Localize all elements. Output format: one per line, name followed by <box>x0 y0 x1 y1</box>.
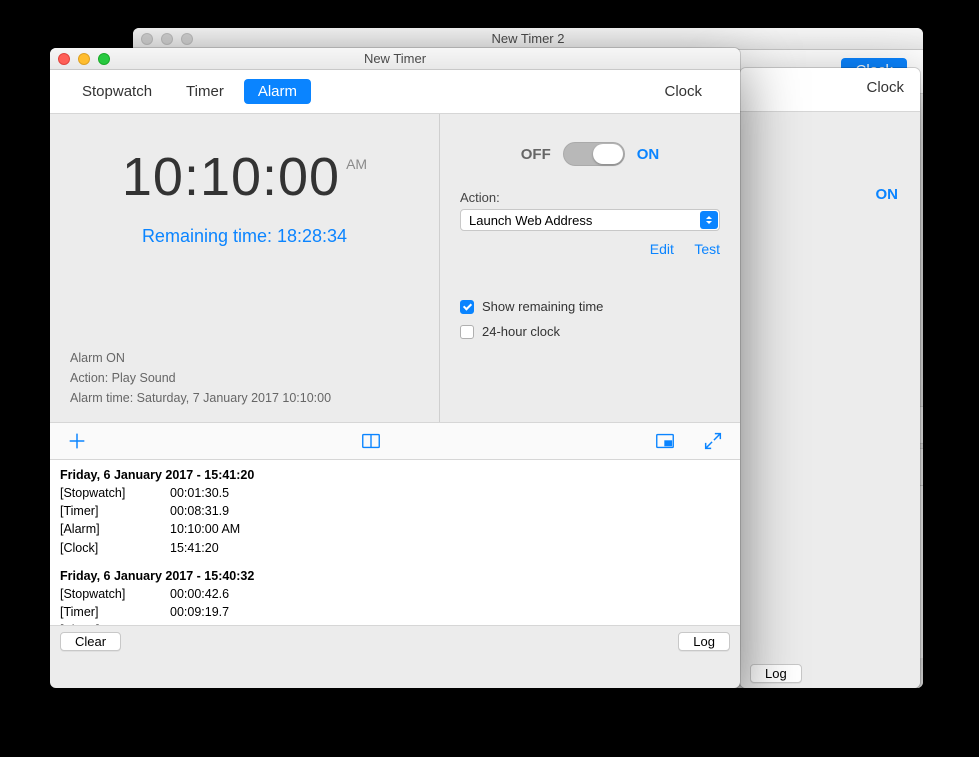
24h-clock-label: 24-hour clock <box>482 324 560 339</box>
log-value: 00:00:42.6 <box>170 585 229 603</box>
log-tag: [Stopwatch] <box>60 484 170 502</box>
edit-link[interactable]: Edit <box>650 241 674 257</box>
window-title: New Timer 2 <box>133 31 923 46</box>
status-line: Alarm ON <box>70 348 419 368</box>
log-tag: [Clock] <box>60 539 170 557</box>
minimize-icon[interactable] <box>78 53 90 65</box>
off-label: OFF <box>521 146 551 163</box>
zoom-icon[interactable] <box>181 33 193 45</box>
show-remaining-label: Show remaining time <box>482 299 603 314</box>
log-button[interactable]: Log <box>678 632 730 651</box>
log-tag: [Timer] <box>60 603 170 621</box>
titlebar[interactable]: New Timer 2 <box>133 28 923 50</box>
split-view-icon[interactable] <box>360 430 382 452</box>
test-link[interactable]: Test <box>694 241 720 257</box>
on-label: ON <box>876 186 899 203</box>
on-label: ON <box>637 146 660 163</box>
log-row: [Alarm]10:10:00 AM <box>60 520 730 538</box>
log-row: [Timer]00:08:31.9 <box>60 502 730 520</box>
status-line: Alarm time: Saturday, 7 January 2017 10:… <box>70 388 419 408</box>
log-header: Friday, 6 January 2017 - 15:41:20 <box>60 466 730 484</box>
log-tag: [Alarm] <box>60 520 170 538</box>
plus-icon[interactable] <box>66 430 88 452</box>
expand-icon[interactable] <box>702 430 724 452</box>
titlebar[interactable]: New Timer <box>50 48 740 70</box>
action-links: Edit Test <box>460 241 720 259</box>
log-header: Friday, 6 January 2017 - 15:40:32 <box>60 567 730 585</box>
action-label: Action: <box>460 190 720 205</box>
status-block: Alarm ON Action: Play Sound Alarm time: … <box>70 318 419 408</box>
close-icon[interactable] <box>58 53 70 65</box>
close-icon[interactable] <box>141 33 153 45</box>
log-area[interactable]: Friday, 6 January 2017 - 15:41:20[Stopwa… <box>50 460 740 626</box>
tab-bar: Stopwatch Timer Alarm Clock <box>50 70 740 114</box>
log-button[interactable]: Log <box>750 664 802 683</box>
tab-alarm[interactable]: Alarm <box>244 79 311 104</box>
log-value: 00:09:19.7 <box>170 603 229 621</box>
log-value: 10:10:00 AM <box>170 520 240 538</box>
content-body: 10:10:00 AM Remaining time: 18:28:34 Ala… <box>50 114 740 422</box>
alarm-toggle-row: OFF ON <box>460 142 720 166</box>
log-value: 15:41:20 <box>170 539 219 557</box>
left-pane: 10:10:00 AM Remaining time: 18:28:34 Ala… <box>50 114 440 422</box>
24h-clock-checkbox[interactable] <box>460 325 474 339</box>
log-row: [Stopwatch]00:01:30.5 <box>60 484 730 502</box>
window-mid[interactable]: Clock ON Log <box>740 68 920 688</box>
tab-stopwatch[interactable]: Stopwatch <box>68 79 166 104</box>
zoom-icon[interactable] <box>98 53 110 65</box>
show-remaining-checkbox[interactable] <box>460 300 474 314</box>
clear-button[interactable]: Clear <box>60 632 121 651</box>
remaining-time: Remaining time: 18:28:34 <box>70 226 419 247</box>
tab-clock[interactable]: Clock <box>866 79 904 96</box>
select-arrow-icon <box>700 211 718 229</box>
action-select[interactable]: Launch Web Address <box>460 209 720 231</box>
tab-timer[interactable]: Timer <box>172 79 238 104</box>
window-timer-1[interactable]: New Timer Stopwatch Timer Alarm Clock 10… <box>50 48 740 688</box>
log-tag: [Timer] <box>60 502 170 520</box>
24h-clock-row[interactable]: 24-hour clock <box>460 324 720 339</box>
show-remaining-row[interactable]: Show remaining time <box>460 299 720 314</box>
pip-icon[interactable] <box>654 430 676 452</box>
alarm-toggle[interactable] <box>563 142 625 166</box>
alarm-time-value: 10:10:00 <box>122 146 340 208</box>
log-row: [Clock]15:41:20 <box>60 539 730 557</box>
footer: Log <box>740 658 920 688</box>
traffic-lights <box>50 53 110 65</box>
alarm-time-display: 10:10:00 AM <box>70 146 419 208</box>
minimize-icon[interactable] <box>161 33 173 45</box>
log-row: [Stopwatch]00:00:42.6 <box>60 585 730 603</box>
icon-toolbar <box>50 422 740 460</box>
action-select-value: Launch Web Address <box>469 213 592 228</box>
window-title: New Timer <box>50 51 740 66</box>
log-value: 00:08:31.9 <box>170 502 229 520</box>
traffic-lights <box>133 33 193 45</box>
log-value: 00:01:30.5 <box>170 484 229 502</box>
log-tag: [Stopwatch] <box>60 585 170 603</box>
status-line: Action: Play Sound <box>70 368 419 388</box>
log-row: [Timer]00:09:19.7 <box>60 603 730 621</box>
right-pane: OFF ON Action: Launch Web Address Edit T… <box>440 114 740 422</box>
alarm-time-ampm: AM <box>346 156 367 172</box>
footer: Clear Log <box>50 626 740 656</box>
tab-clock[interactable]: Clock <box>650 79 716 104</box>
